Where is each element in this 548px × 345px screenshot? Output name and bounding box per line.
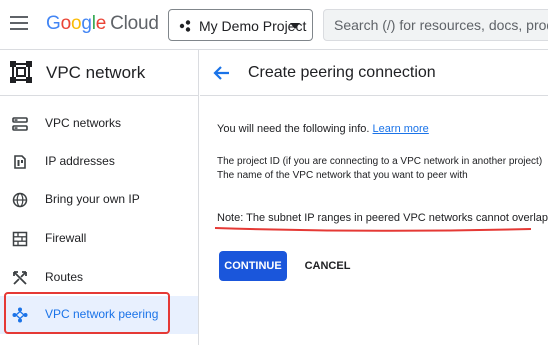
peering-icon (12, 307, 28, 323)
top-bar: Google Cloud My Demo Project (0, 0, 548, 50)
sidebar-item-routes[interactable]: Routes (0, 259, 198, 297)
back-arrow-icon[interactable] (212, 63, 232, 83)
sidebar-item-vpc-network-peering[interactable]: VPC network peering (0, 296, 198, 334)
sidebar-item-bring-your-own-ip[interactable]: Bring your own IP (0, 181, 198, 219)
routes-icon (13, 271, 27, 285)
sidebar-item-label: VPC networks (45, 116, 122, 130)
firewall-icon (12, 231, 28, 247)
page-title: Create peering connection (248, 64, 436, 81)
continue-button[interactable]: CONTINUE (219, 251, 287, 281)
sidebar-item-ip-addresses[interactable]: IP addresses (0, 143, 198, 181)
sidebar-title: VPC network (46, 63, 146, 82)
red-underline-annotation (214, 227, 532, 232)
hamburger-menu-icon[interactable] (10, 16, 28, 32)
sidebar-item-label: Routes (45, 270, 84, 284)
info-text-label: You will need the following info. (217, 123, 370, 135)
sidebar-item-label: Bring your own IP (45, 192, 140, 206)
vpc-networks-icon (12, 117, 28, 131)
sidebar-item-label: IP addresses (45, 154, 115, 168)
cancel-button[interactable]: CANCEL (300, 251, 355, 281)
globe-icon (12, 192, 28, 208)
project-icon (179, 20, 191, 32)
search-input[interactable] (324, 10, 548, 40)
info-text: You will need the following info. Learn … (217, 123, 429, 135)
sidebar-item-firewall[interactable]: Firewall (0, 220, 198, 258)
chevron-down-icon (290, 23, 300, 29)
ip-addresses-icon (14, 155, 26, 169)
main-content: Create peering connection You will need … (200, 50, 548, 345)
page-header: Create peering connection (200, 50, 548, 96)
sidebar-item-vpc-networks[interactable]: VPC networks (0, 105, 198, 143)
requirement-network-name: The name of the VPC network that you wan… (217, 170, 468, 181)
search-box[interactable] (323, 9, 548, 41)
learn-more-link[interactable]: Learn more (373, 123, 429, 135)
vpc-network-product-icon (10, 61, 32, 83)
sidebar-header: VPC network (0, 50, 198, 96)
project-selector[interactable]: My Demo Project (168, 9, 313, 41)
requirement-project-id: The project ID (if you are connecting to… (217, 156, 543, 167)
sidebar-item-label: Firewall (45, 231, 87, 245)
sidebar-item-label: VPC network peering (45, 307, 159, 321)
google-cloud-logo[interactable]: Google Cloud (46, 13, 159, 35)
sidebar: VPC network VPC networks IP addresses Br… (0, 50, 199, 345)
note-text: Note: The subnet IP ranges in peered VPC… (217, 212, 548, 224)
